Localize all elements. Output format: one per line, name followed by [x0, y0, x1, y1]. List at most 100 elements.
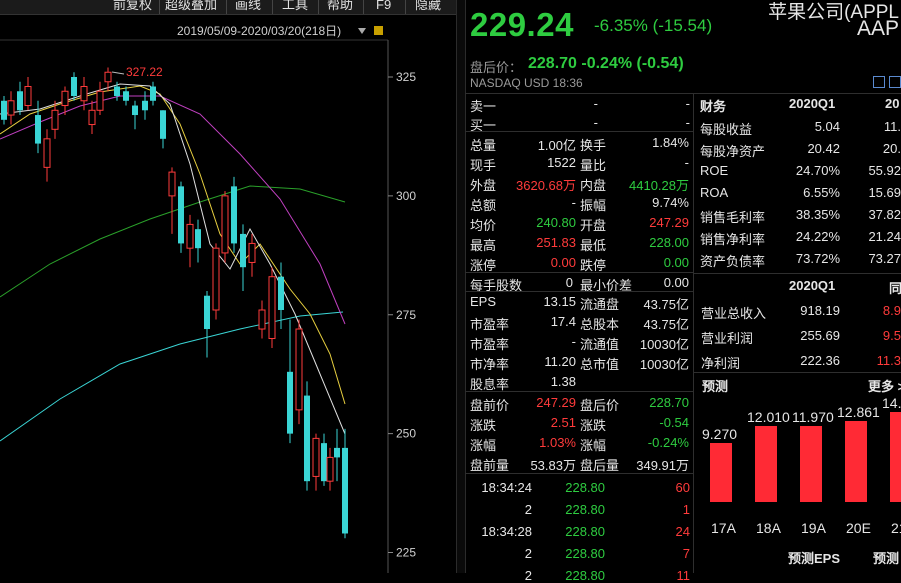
ticker-symbol: AAP — [856, 17, 899, 40]
tick-volume: 24 — [675, 524, 690, 539]
stat-value: 4410.28万 — [629, 178, 689, 193]
ratio-label: 市盈率 — [470, 337, 510, 352]
stat-value: 1522 — [547, 155, 576, 170]
finance-col1: 2020Q1 — [789, 96, 836, 111]
menu-fq-button[interactable]: 前复权 — [113, 0, 152, 13]
forecast-title: 预测 — [702, 379, 729, 394]
shares-value: 0 — [565, 275, 573, 290]
prepost-label: 盘后价 — [580, 398, 620, 413]
tick-price: 228.80 — [565, 480, 605, 495]
candle-body — [312, 437, 320, 477]
ratio-value: 43.75亿 — [643, 317, 689, 332]
tick-time: 2 — [524, 546, 532, 561]
y-axis-tick-label: 225 — [396, 546, 416, 560]
stat-value: - — [571, 195, 576, 210]
candle-body — [96, 90, 104, 111]
candle-body — [1, 100, 7, 120]
ratio-value: 13.15 — [543, 294, 576, 309]
ratio-label: EPS — [470, 294, 497, 309]
forecast-year-label: 20E — [846, 520, 871, 536]
menu-draw-button[interactable]: 画线 — [235, 0, 261, 13]
forecast-eps-label: 预测EPS — [788, 551, 841, 566]
candle-body — [212, 247, 220, 311]
income-col1: 2020Q1 — [789, 278, 836, 293]
candle-body — [342, 447, 348, 534]
stat-label: 振幅 — [580, 198, 607, 213]
dropdown-arrow-icon[interactable] — [358, 28, 366, 34]
income-value: 918.19 — [800, 303, 840, 318]
chart-period: 2019/05/09-2020/03/20(218日) — [177, 24, 341, 38]
high-price-label: 327.22 — [126, 65, 163, 79]
stat-value: 0.00 — [550, 255, 576, 270]
stat-value: 9.74% — [652, 195, 689, 210]
expand-icon[interactable] — [889, 76, 901, 88]
ratio-label: 流通值 — [580, 337, 620, 352]
ratio-label: 流通盘 — [580, 297, 620, 312]
kline-svg: 2019/05/09-2020/03/20(218日) 325 300 275 250… — [0, 24, 416, 573]
prepost-value: 228.70 — [649, 395, 689, 410]
menu-tools-button[interactable]: 工具 — [282, 0, 308, 13]
candle-body — [278, 276, 284, 310]
lock-icon[interactable] — [374, 26, 383, 35]
price-change: -6.35% (-15.54) — [594, 16, 713, 35]
prepost-value: -0.54 — [659, 415, 689, 430]
forecast-bar-label: 12.010 — [747, 408, 790, 425]
last-price: 229.24 — [470, 6, 574, 43]
tick-price: 228.80 — [565, 502, 605, 517]
tick-time: 2 — [524, 502, 532, 517]
candle-body — [326, 456, 334, 482]
stat-label: 总额 — [470, 198, 497, 213]
prepost-label: 涨幅 — [580, 438, 607, 453]
stat-label: 现手 — [470, 158, 497, 173]
orderbook-price: - — [593, 115, 598, 130]
finance-value: 15.69 — [868, 185, 901, 200]
ratio-value: 10030亿 — [639, 357, 689, 372]
finance-value: 20.42 — [807, 141, 840, 156]
ratio-value: 1.38 — [550, 374, 576, 389]
candle-body — [186, 223, 194, 249]
after-hours-value: 228.70 -0.24% (-0.54) — [528, 55, 684, 72]
menu-hide-button[interactable]: 隐藏 — [415, 0, 441, 13]
stat-label: 均价 — [470, 218, 497, 233]
tick-price: 228.80 — [565, 524, 605, 539]
panel-divider[interactable] — [456, 0, 466, 573]
finance-col2: 20 — [885, 96, 900, 111]
income-label: 净利润 — [701, 356, 741, 371]
tick-volume: 11 — [676, 568, 691, 583]
menu-overlay-button[interactable]: 超级叠加 — [165, 0, 217, 13]
menu-f9-button[interactable]: F9 — [376, 0, 391, 13]
moving-average-line — [0, 85, 346, 405]
tick-price: 228.80 — [565, 568, 605, 583]
prepost-value: 349.91万 — [636, 458, 689, 473]
tick-volume: 1 — [682, 502, 690, 517]
forecast-bar — [755, 425, 777, 502]
finance-label: ROE — [700, 163, 729, 178]
forecast-bar — [710, 443, 732, 502]
candle-body — [268, 276, 276, 340]
prepost-value: 1.03% — [539, 435, 576, 450]
ratio-value: 17.4 — [550, 314, 576, 329]
forecast-year-label: 19A — [801, 520, 826, 536]
prepost-label: 涨幅 — [470, 438, 497, 453]
candle-body — [114, 86, 120, 97]
candle-body — [231, 186, 237, 244]
forecast-more-link[interactable]: 更多 > — [868, 376, 901, 395]
kline-chart[interactable]: 2019/05/09-2020/03/20(218日) 325 300 275 250… — [0, 14, 455, 573]
tick-volume: 60 — [675, 480, 690, 495]
y-axis-tick-label: 325 — [396, 70, 416, 84]
stat-label: 最高 — [470, 238, 497, 253]
income-growth: 11.3 — [876, 353, 901, 368]
income-label: 营业利润 — [701, 331, 754, 346]
y-axis-tick-label: 275 — [396, 308, 416, 322]
tick-volume: 7 — [682, 546, 690, 561]
y-axis-tick-label: 300 — [396, 189, 416, 203]
menu-help-button[interactable]: 帮助 — [327, 0, 353, 13]
edit-icon[interactable] — [873, 76, 885, 88]
candle-body — [17, 91, 23, 111]
candle-body — [43, 138, 51, 168]
candle-body — [304, 395, 310, 482]
stat-label: 开盘 — [580, 218, 607, 233]
forecast-bar — [800, 426, 822, 502]
stat-value: 0.00 — [663, 255, 689, 270]
ratio-value: 10030亿 — [639, 337, 689, 352]
